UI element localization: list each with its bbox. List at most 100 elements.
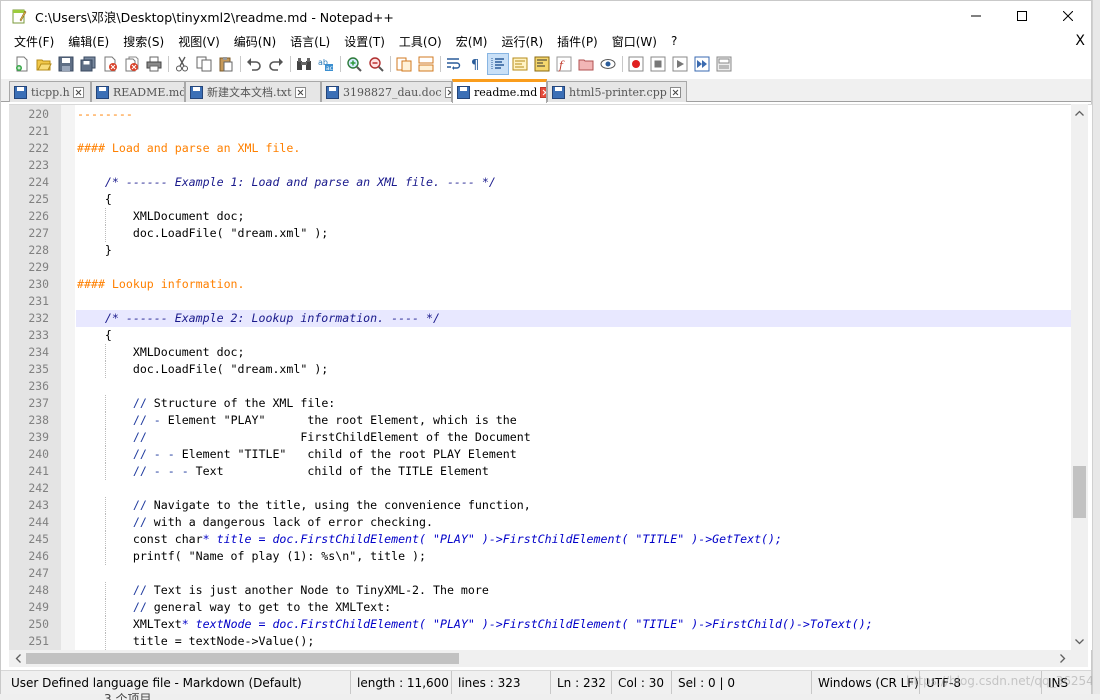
text-editor[interactable]: 220 -------- 221 222 #### Load and parse an … xyxy=(9,104,1092,650)
stop-record-icon[interactable] xyxy=(647,53,669,75)
code-line[interactable]: 231 xyxy=(9,293,1071,310)
code-line[interactable]: 240 // - - Element "TITLE" child of the … xyxy=(9,446,1071,463)
code-line[interactable]: 250 XMLText* textNode = doc.FirstChildEl… xyxy=(9,616,1071,633)
menu-language[interactable]: 语言(L) xyxy=(283,33,337,50)
menu-run[interactable]: 运行(R) xyxy=(494,33,550,50)
open-file-icon[interactable] xyxy=(33,53,55,75)
menu-macro[interactable]: 宏(M) xyxy=(449,33,495,50)
scroll-right-arrow-icon[interactable] xyxy=(1054,650,1071,667)
code-line[interactable]: 223 xyxy=(9,157,1071,174)
vertical-scrollbar[interactable] xyxy=(1071,104,1088,650)
code-line[interactable]: 222 #### Load and parse an XML file. xyxy=(9,140,1071,157)
scroll-left-arrow-icon[interactable] xyxy=(9,650,26,667)
minimize-button[interactable] xyxy=(953,1,999,31)
cut-icon[interactable] xyxy=(171,53,193,75)
code-line[interactable]: 246 printf( "Name of play (1): %s\n", ti… xyxy=(9,548,1071,565)
new-file-icon[interactable] xyxy=(11,53,33,75)
code-line[interactable]: 238 // - Element "PLAY" the root Element… xyxy=(9,412,1071,429)
code-line[interactable]: 247 xyxy=(9,565,1071,582)
code-line[interactable]: 226 XMLDocument doc; xyxy=(9,208,1071,225)
zoom-out-icon[interactable] xyxy=(365,53,387,75)
replace-icon[interactable]: ab ac xyxy=(315,53,337,75)
code-line[interactable]: 230 #### Lookup information. xyxy=(9,276,1071,293)
menu-help[interactable]: ? xyxy=(664,34,684,48)
tab-close-icon[interactable] xyxy=(72,86,84,98)
copy-icon[interactable] xyxy=(193,53,215,75)
close-window-button[interactable] xyxy=(1045,1,1091,31)
run-macro-multiple-icon[interactable] xyxy=(691,53,713,75)
user-defined-language-icon[interactable] xyxy=(509,53,531,75)
tab-html5-printer-cpp[interactable]: html5-printer.cpp xyxy=(547,81,687,102)
code-line[interactable]: 251 title = textNode->Value(); xyxy=(9,633,1071,650)
code-line[interactable]: 242 xyxy=(9,480,1071,497)
menu-encoding[interactable]: 编码(N) xyxy=(227,33,283,50)
function-list-icon[interactable]: f xyxy=(553,53,575,75)
close-file-icon[interactable] xyxy=(99,53,121,75)
tab-close-icon[interactable] xyxy=(444,86,451,98)
menu-window[interactable]: 窗口(W) xyxy=(605,33,664,50)
redo-icon[interactable] xyxy=(265,53,287,75)
monitoring-icon[interactable] xyxy=(597,53,619,75)
play-macro-icon[interactable] xyxy=(669,53,691,75)
horizontal-scrollbar[interactable] xyxy=(9,650,1071,667)
word-wrap-icon[interactable] xyxy=(443,53,465,75)
tab-new-text-document[interactable]: 新建文本文档.txt xyxy=(185,81,321,102)
close-document-button[interactable]: X xyxy=(1075,33,1085,49)
code-line[interactable]: 245 const char* title = doc.FirstChildEl… xyxy=(9,531,1071,548)
code-line[interactable]: 237 // Structure of the XML file: xyxy=(9,395,1071,412)
sync-vertical-icon[interactable] xyxy=(393,53,415,75)
folder-as-workspace-icon[interactable] xyxy=(575,53,597,75)
code-line[interactable]: 232 /* ------ Example 2: Lookup informat… xyxy=(9,310,1071,327)
sync-horizontal-icon[interactable] xyxy=(415,53,437,75)
paste-icon[interactable] xyxy=(215,53,237,75)
code-line[interactable]: 248 // Text is just another Node to Tiny… xyxy=(9,582,1071,599)
save-macro-icon[interactable] xyxy=(713,53,735,75)
status-eol-format[interactable]: Windows (CR LF) xyxy=(811,671,919,695)
code-line[interactable]: 241 // - - - Text child of the TITLE Ele… xyxy=(9,463,1071,480)
code-line[interactable]: 243 // Navigate to the title, using the … xyxy=(9,497,1071,514)
menu-search[interactable]: 搜索(S) xyxy=(116,33,171,50)
menu-file[interactable]: 文件(F) xyxy=(1,33,61,50)
save-all-icon[interactable] xyxy=(77,53,99,75)
print-icon[interactable] xyxy=(143,53,165,75)
code-line[interactable]: 234 XMLDocument doc; xyxy=(9,344,1071,361)
scroll-down-arrow-icon[interactable] xyxy=(1071,633,1088,650)
code-line[interactable]: 224 /* ------ Example 1: Load and parse … xyxy=(9,174,1071,191)
code-line[interactable]: 220 -------- xyxy=(9,106,1071,123)
code-line[interactable]: 249 // general way to get to the XMLText… xyxy=(9,599,1071,616)
close-all-icon[interactable] xyxy=(121,53,143,75)
tab-close-icon[interactable] xyxy=(669,86,681,98)
tab-3198827-dau-doc[interactable]: 3198827_dau.doc xyxy=(321,81,452,102)
horizontal-scroll-thumb[interactable] xyxy=(26,653,459,664)
code-line[interactable]: 228 } xyxy=(9,242,1071,259)
zoom-in-icon[interactable] xyxy=(343,53,365,75)
menu-view[interactable]: 视图(V) xyxy=(171,33,227,50)
code-line[interactable]: 225 { xyxy=(9,191,1071,208)
tab-readme-md-upper[interactable]: README.md xyxy=(91,81,185,102)
code-line[interactable]: 227 doc.LoadFile( "dream.xml" ); xyxy=(9,225,1071,242)
undo-icon[interactable] xyxy=(243,53,265,75)
document-map-icon[interactable] xyxy=(531,53,553,75)
code-line[interactable]: 229 xyxy=(9,259,1071,276)
code-line[interactable]: 235 doc.LoadFile( "dream.xml" ); xyxy=(9,361,1071,378)
code-line[interactable]: 221 xyxy=(9,123,1071,140)
indent-guide-icon[interactable] xyxy=(487,53,509,75)
code-line[interactable]: 233 { xyxy=(9,327,1071,344)
tab-close-icon[interactable] xyxy=(294,86,306,98)
save-icon[interactable] xyxy=(55,53,77,75)
code-line[interactable]: 236 xyxy=(9,378,1071,395)
maximize-button[interactable] xyxy=(999,1,1045,31)
show-all-characters-icon[interactable]: ¶ xyxy=(465,53,487,75)
tab-close-icon[interactable] xyxy=(540,87,546,98)
tab-ticpp-h[interactable]: ticpp.h xyxy=(9,81,91,102)
vertical-scroll-thumb[interactable] xyxy=(1073,466,1086,518)
code-line[interactable]: 239 // FirstChildElement of the Document xyxy=(9,429,1071,446)
tab-readme-md[interactable]: readme.md xyxy=(452,79,547,103)
menu-plugins[interactable]: 插件(P) xyxy=(550,33,605,50)
scroll-up-arrow-icon[interactable] xyxy=(1071,104,1088,121)
record-macro-icon[interactable] xyxy=(625,53,647,75)
find-icon[interactable] xyxy=(293,53,315,75)
menu-edit[interactable]: 编辑(E) xyxy=(61,33,116,50)
menu-settings[interactable]: 设置(T) xyxy=(337,33,392,50)
code-line[interactable]: 244 // with a dangerous lack of error ch… xyxy=(9,514,1071,531)
